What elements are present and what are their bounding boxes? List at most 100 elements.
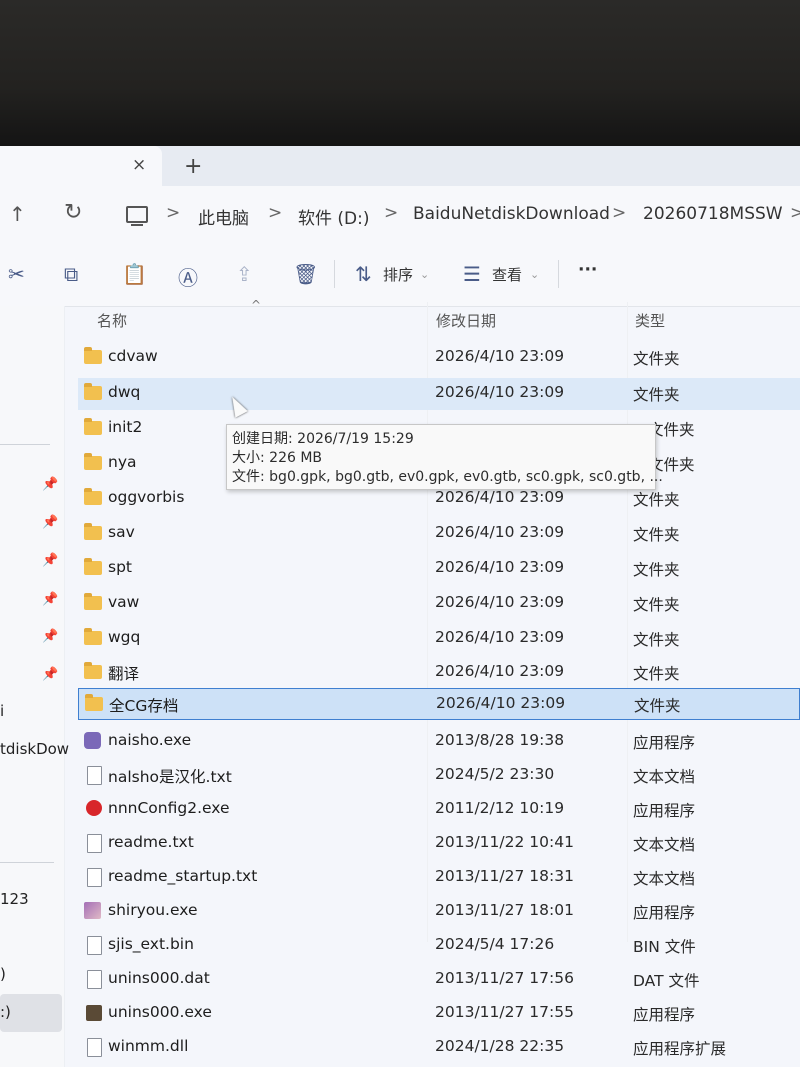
breadcrumb-separator[interactable]: > xyxy=(166,203,180,223)
file-name: readme.txt xyxy=(108,833,194,851)
file-row[interactable]: nnnConfig2.exe 2011/2/12 10:19 应用程序 xyxy=(78,794,800,826)
breadcrumb-separator[interactable]: > xyxy=(790,203,800,223)
folder-icon xyxy=(84,523,102,540)
folder-icon xyxy=(84,418,102,435)
sort-ascending-icon: ^ xyxy=(251,298,262,312)
file-type: 应用程序扩展 xyxy=(633,1040,727,1058)
computer-icon[interactable] xyxy=(126,206,148,226)
breadcrumb-current-folder[interactable]: 20260718MSSW xyxy=(643,204,783,224)
file-row[interactable]: 翻译 2026/4/10 23:09 文件夹 xyxy=(78,657,800,689)
file-type: 应用程序 xyxy=(633,734,696,752)
folder-icon xyxy=(84,347,102,364)
monitor-bezel xyxy=(0,0,800,146)
paste-icon[interactable]: 📋 xyxy=(122,262,147,286)
more-options-button[interactable]: ··· xyxy=(578,260,597,280)
file-row[interactable]: readme_startup.txt 2013/11/27 18:31 文本文档 xyxy=(78,862,800,894)
breadcrumb-separator[interactable]: > xyxy=(612,203,626,223)
file-date: 2026/4/10 23:09 xyxy=(435,523,565,541)
column-header-type[interactable]: 类型 xyxy=(635,310,665,331)
view-icon[interactable]: ☰ xyxy=(463,262,481,286)
breadcrumb-this-pc[interactable]: 此电脑 xyxy=(198,204,249,229)
breadcrumb-drive-d[interactable]: 软件 (D:) xyxy=(298,204,370,229)
pin-icon: 📌 xyxy=(42,515,59,530)
folder-icon xyxy=(84,628,102,645)
file-row[interactable]: dwq 2026/4/10 23:09 文件夹 xyxy=(78,378,800,410)
file-row[interactable]: unins000.dat 2013/11/27 17:56 DAT 文件 xyxy=(78,964,800,996)
folder-icon xyxy=(84,383,102,400)
file-type: 应用程序 xyxy=(633,802,696,820)
breadcrumb-baidunetdiskdownload[interactable]: BaiduNetdiskDownload xyxy=(413,204,610,224)
file-row[interactable]: spt 2026/4/10 23:09 文件夹 xyxy=(78,553,800,585)
breadcrumb-separator[interactable]: > xyxy=(384,203,398,223)
file-date: 2026/4/10 23:09 xyxy=(436,694,566,712)
copy-icon[interactable]: ⧉ xyxy=(64,262,78,286)
command-separator xyxy=(558,260,559,288)
chevron-down-icon[interactable]: ⌄ xyxy=(420,268,429,281)
column-header-name[interactable]: 名称 xyxy=(97,310,127,331)
folder-icon xyxy=(84,453,102,470)
file-name: dwq xyxy=(108,383,141,401)
file-row[interactable]: shiryou.exe 2013/11/27 18:01 应用程序 xyxy=(78,896,800,928)
file-row[interactable]: sav 2026/4/10 23:09 文件夹 xyxy=(78,518,800,550)
sort-button[interactable]: 排序 xyxy=(383,264,413,285)
file-row-selected[interactable]: 全CG存档 2026/4/10 23:09 文件夹 xyxy=(78,688,800,720)
file-type: 文件夹 xyxy=(633,491,680,509)
rename-icon[interactable]: Ⓐ xyxy=(178,262,198,291)
chevron-down-icon[interactable]: ⌄ xyxy=(530,268,539,281)
pin-icon: 📌 xyxy=(42,477,59,492)
file-row[interactable]: cdvaw 2026/4/10 23:09 文件夹 xyxy=(78,342,800,374)
file-type: 文件夹 xyxy=(633,665,680,683)
file-type: 文本文档 xyxy=(633,836,696,854)
breadcrumb-separator[interactable]: > xyxy=(268,203,282,223)
nav-divider xyxy=(0,862,54,863)
file-row[interactable]: unins000.exe 2013/11/27 17:55 应用程序 xyxy=(78,998,800,1030)
column-header-date[interactable]: 修改日期 xyxy=(436,310,496,331)
file-row[interactable]: sjis_ext.bin 2024/5/4 17:26 BIN 文件 xyxy=(78,930,800,962)
file-row[interactable]: naisho.exe 2013/8/28 19:38 应用程序 xyxy=(78,726,800,758)
file-date: 2013/11/27 18:31 xyxy=(435,867,574,885)
file-date: 2026/4/10 23:09 xyxy=(435,628,565,646)
file-date: 2024/5/2 23:30 xyxy=(435,765,555,783)
file-date: 2026/4/10 23:09 xyxy=(435,662,565,680)
nav-item-baidunetdisk[interactable]: tdiskDow xyxy=(0,740,69,758)
file-row[interactable]: vaw 2026/4/10 23:09 文件夹 xyxy=(78,588,800,620)
file-row[interactable]: winmm.dll 2024/1/28 22:35 应用程序扩展 xyxy=(78,1032,800,1064)
file-row[interactable]: nalsho是汉化.txt 2024/5/2 23:30 文本文档 xyxy=(78,760,800,792)
text-file-icon xyxy=(87,766,102,785)
file-row[interactable]: readme.txt 2013/11/22 10:41 文本文档 xyxy=(78,828,800,860)
dll-file-icon xyxy=(87,1038,102,1057)
tab-bar: × + xyxy=(0,146,800,186)
sort-icon[interactable]: ⇅ xyxy=(355,262,372,286)
nav-item-partial[interactable]: i xyxy=(0,702,4,720)
new-tab-icon[interactable]: + xyxy=(184,154,202,179)
file-row[interactable]: wgq 2026/4/10 23:09 文件夹 xyxy=(78,623,800,655)
pin-icon: 📌 xyxy=(42,667,59,682)
file-date: 2013/11/27 17:55 xyxy=(435,1003,574,1021)
nav-item-partial[interactable]: ) xyxy=(0,965,6,983)
file-name: cdvaw xyxy=(108,347,158,365)
file-date: 2011/2/12 10:19 xyxy=(435,799,565,817)
file-name: nya xyxy=(108,453,137,471)
file-type: 文件夹 xyxy=(634,697,681,715)
file-name: nnnConfig2.exe xyxy=(108,799,230,817)
file-name: oggvorbis xyxy=(108,488,185,506)
pin-icon: 📌 xyxy=(42,629,59,644)
up-arrow-icon[interactable]: ↑ xyxy=(9,202,26,226)
view-button[interactable]: 查看 xyxy=(492,264,522,285)
nav-item-partial[interactable]: 123 xyxy=(0,890,29,908)
text-file-icon xyxy=(87,868,102,887)
file-date: 2024/1/28 22:35 xyxy=(435,1037,565,1055)
tab-current[interactable]: × xyxy=(0,146,162,186)
refresh-icon[interactable]: ↻ xyxy=(64,200,82,225)
delete-icon[interactable]: 🗑 xyxy=(293,262,318,286)
file-type: 应用程序 xyxy=(633,1006,696,1024)
pin-icon: 📌 xyxy=(42,553,59,568)
file-name: 翻译 xyxy=(108,665,140,683)
file-name: nalsho是汉化.txt xyxy=(108,768,232,786)
nav-item-partial[interactable]: :) xyxy=(0,1003,11,1021)
command-bar: ✂ ⧉ 📋 Ⓐ ⇪ 🗑 ⇅ 排序 ⌄ ☰ 查看 ⌄ ··· xyxy=(0,244,800,307)
cut-icon[interactable]: ✂ xyxy=(8,262,25,286)
close-tab-icon[interactable]: × xyxy=(132,155,146,175)
file-date: 2013/11/27 18:01 xyxy=(435,901,574,919)
share-icon[interactable]: ⇪ xyxy=(236,262,253,286)
